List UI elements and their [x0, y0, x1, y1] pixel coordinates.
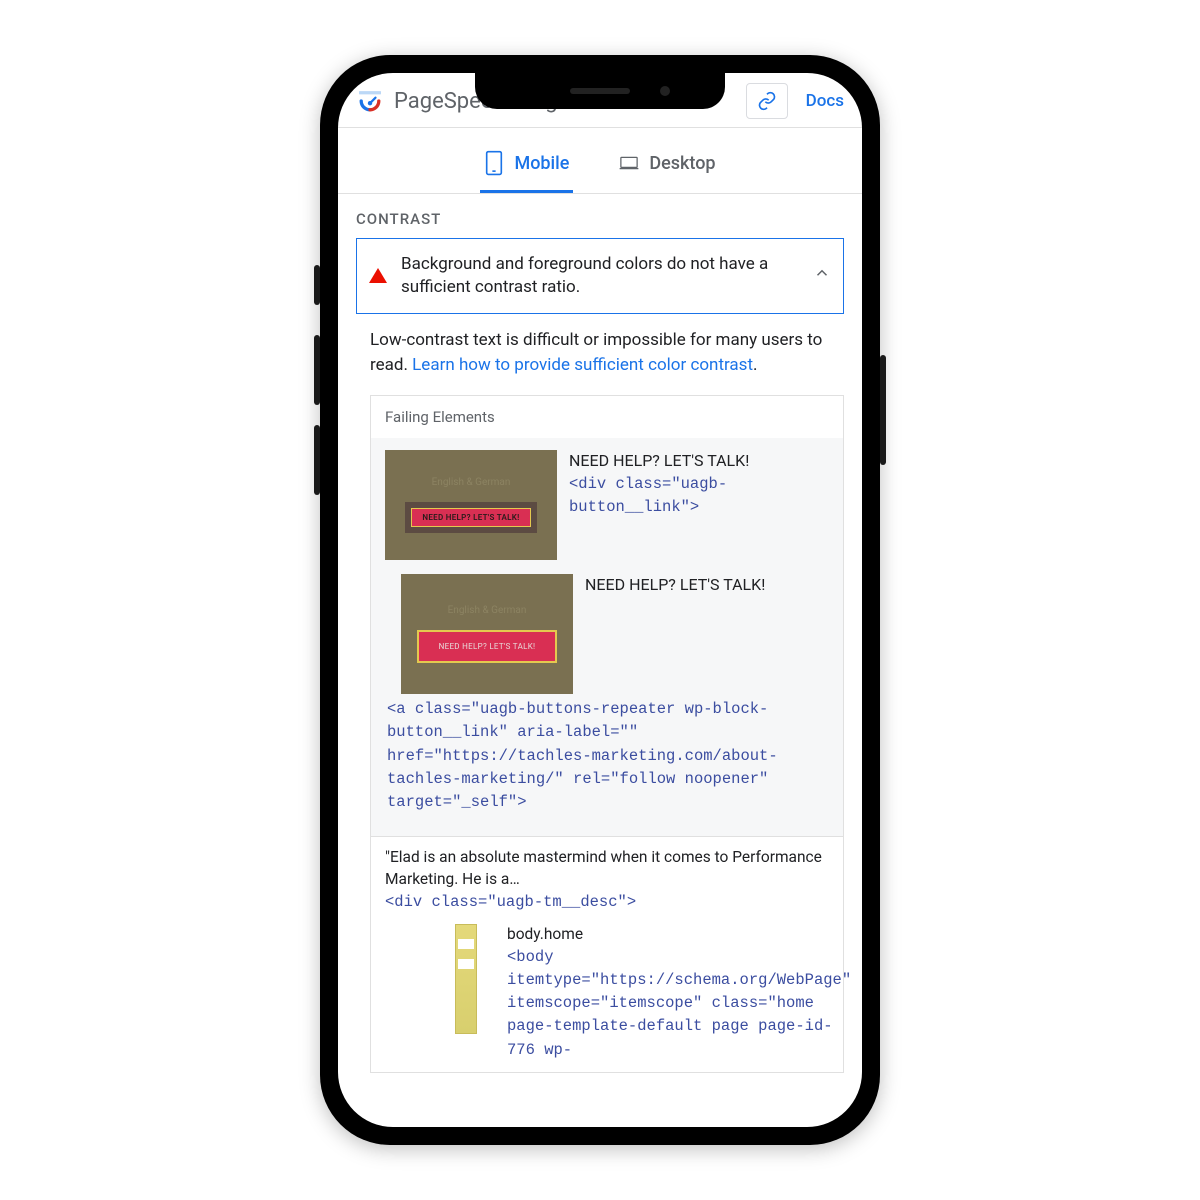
failing-element-text: "Elad is an absolute mastermind when it … — [385, 847, 829, 890]
device-tabs: Mobile Desktop — [338, 128, 862, 194]
thumb-caption: English & German — [432, 477, 511, 488]
warning-triangle-icon — [369, 268, 387, 283]
tab-desktop-label: Desktop — [649, 153, 715, 174]
phone-mute-switch — [314, 265, 320, 305]
chevron-up-icon — [813, 264, 831, 287]
copy-link-button[interactable] — [746, 83, 788, 119]
phone-frame: PageSpeed Insights Docs Mobile — [320, 55, 880, 1145]
element-thumbnail — [455, 924, 477, 1034]
tab-mobile-label: Mobile — [514, 153, 569, 174]
failing-element-code: <body itemtype="https://schema.org/WebPa… — [507, 946, 851, 1062]
phone-power-button — [880, 355, 886, 465]
phone-camera — [660, 86, 670, 96]
tab-desktop[interactable]: Desktop — [615, 140, 719, 193]
thumb-caption: English & German — [448, 605, 527, 616]
audit-description: Low-contrast text is difficult or imposs… — [338, 314, 862, 385]
failing-element-row: "Elad is an absolute mastermind when it … — [371, 836, 843, 1072]
contrast-section: CONTRAST Background and foreground color… — [338, 194, 862, 314]
audit-title: Background and foreground colors do not … — [401, 253, 799, 299]
link-icon — [757, 91, 777, 111]
failing-elements-panel: Failing Elements English & German NEED H… — [370, 395, 844, 1073]
failing-element-code: <div class="uagb-button__link"> — [569, 473, 829, 520]
failing-elements-header: Failing Elements — [371, 396, 843, 438]
failing-element-row: English & German NEED HELP? LET'S TALK! … — [385, 574, 829, 694]
phone-volume-up — [314, 335, 320, 405]
pagespeed-logo-icon — [356, 90, 384, 112]
failing-element-text: NEED HELP? LET'S TALK! — [569, 450, 829, 472]
failing-element-text: NEED HELP? LET'S TALK! — [585, 574, 765, 596]
section-label: CONTRAST — [356, 210, 844, 228]
failing-element-details: NEED HELP? LET'S TALK! <div class="uagb-… — [569, 450, 829, 560]
failing-element-code: <a class="uagb-buttons-repeater wp-block… — [385, 698, 829, 824]
failing-element-text: body.home — [507, 924, 851, 946]
audit-contrast[interactable]: Background and foreground colors do not … — [356, 238, 844, 314]
phone-notch — [475, 73, 725, 109]
failing-element-row: English & German NEED HELP? LET'S TALK! … — [385, 450, 829, 560]
phone-screen: PageSpeed Insights Docs Mobile — [338, 73, 862, 1127]
failing-element-details: NEED HELP? LET'S TALK! — [585, 574, 765, 694]
tab-mobile[interactable]: Mobile — [480, 140, 573, 193]
docs-link[interactable]: Docs — [806, 91, 844, 111]
phone-speaker — [570, 88, 630, 94]
phone-volume-down — [314, 425, 320, 495]
learn-more-link[interactable]: Learn how to provide sufficient color co… — [412, 355, 753, 375]
failing-element-details: body.home <body itemtype="https://schema… — [507, 924, 851, 1062]
failing-elements-body: English & German NEED HELP? LET'S TALK! … — [371, 438, 843, 836]
element-thumbnail: English & German NEED HELP? LET'S TALK! — [401, 574, 573, 694]
mobile-icon — [484, 150, 504, 176]
element-thumbnail: English & German NEED HELP? LET'S TALK! — [385, 450, 557, 560]
failing-element-row: body.home <body itemtype="https://schema… — [385, 924, 829, 1062]
thumb-button-text: NEED HELP? LET'S TALK! — [411, 508, 530, 527]
failing-element-code: <div class="uagb-tm__desc"> — [385, 891, 829, 914]
desktop-icon — [619, 150, 639, 176]
app-content: PageSpeed Insights Docs Mobile — [338, 73, 862, 1127]
thumb-button-text: NEED HELP? LET'S TALK! — [417, 630, 558, 663]
